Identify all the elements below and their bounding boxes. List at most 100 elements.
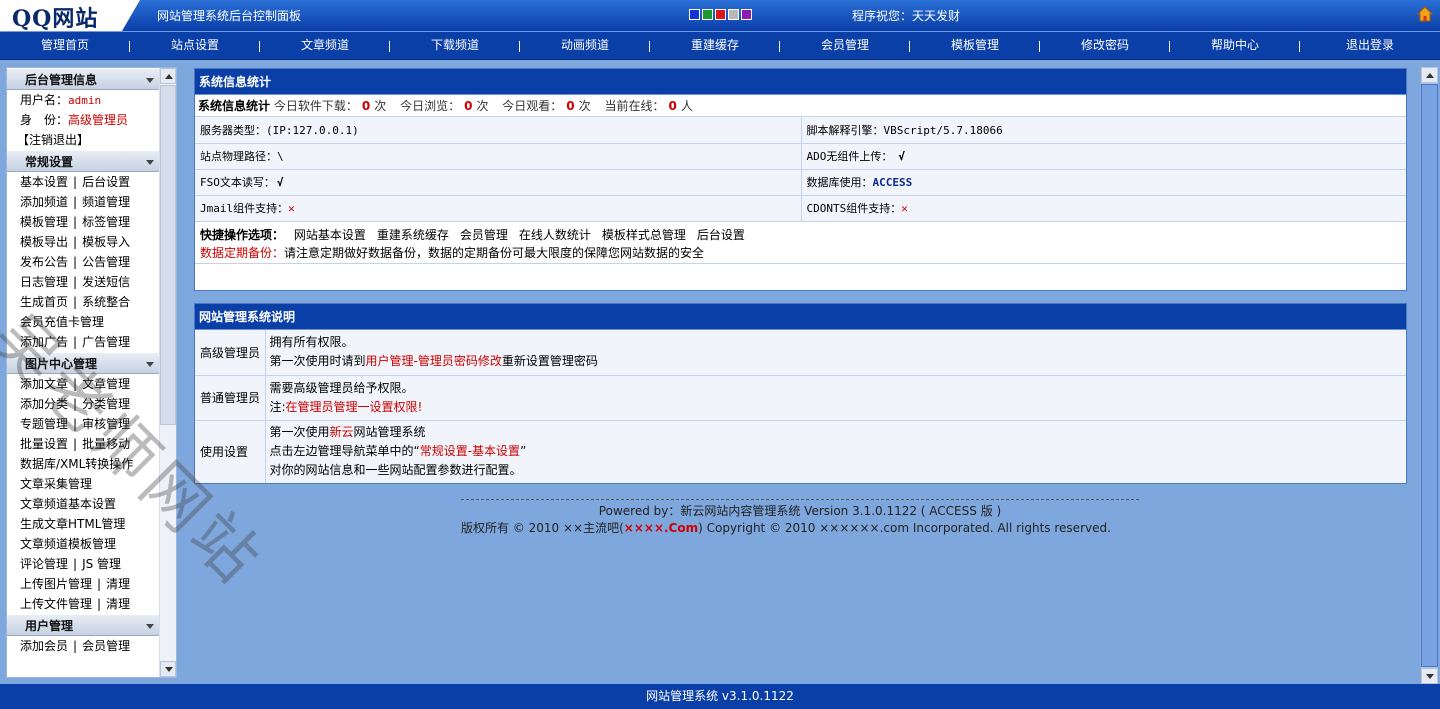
quick-link[interactable]: 会员管理: [460, 228, 508, 242]
sidebar-link[interactable]: 基本设置: [20, 175, 68, 189]
sidebar-link[interactable]: 添加文章: [20, 377, 68, 391]
sidebar-link[interactable]: 分类管理: [82, 397, 130, 411]
sidebar-link[interactable]: 模板管理: [20, 215, 68, 229]
nav-item[interactable]: 修改密码: [1040, 32, 1170, 60]
sidebar-link[interactable]: 公告管理: [82, 255, 130, 269]
color-theme-swatch[interactable]: [741, 9, 752, 20]
quick-link[interactable]: 重建系统缓存: [377, 228, 449, 242]
sidebar-link[interactable]: JS 管理: [82, 557, 121, 571]
cdonts-label: CDONTS组件支持：: [806, 202, 902, 215]
color-swatches: [689, 9, 752, 20]
desc-line: 点击左边管理导航菜单中的“常规设置-基本设置”: [270, 442, 1403, 461]
nav-item[interactable]: 帮助中心: [1170, 32, 1300, 60]
scrollbar-thumb[interactable]: [160, 85, 176, 425]
sidebar-link[interactable]: 添加会员: [20, 639, 68, 653]
sidebar-link[interactable]: 文章频道基本设置: [20, 497, 116, 511]
nav-item[interactable]: 文章频道: [260, 32, 390, 60]
quick-links-row: 快捷操作选项： 网站基本设置 重建系统缓存 会员管理 在线人数统计 模板样式总管理 后台设…: [200, 226, 1401, 244]
quick-link[interactable]: 在线人数统计: [519, 228, 591, 242]
role-description: 需要高级管理员给予权限。 注:在管理员管理一设置权限!: [265, 375, 1406, 421]
home-icon[interactable]: [1417, 6, 1433, 22]
general-menu: 基本设置 | 后台设置 添加频道 | 频道管理 模板管理 | 标签管理 模板导出 | 模板导入 发布公告…: [7, 172, 160, 352]
nav-item[interactable]: 退出登录: [1300, 32, 1440, 60]
sidebar-link[interactable]: 模板导入: [82, 235, 130, 249]
logout-link[interactable]: 【注销退出】: [17, 133, 89, 147]
sidebar-link[interactable]: 日志管理: [20, 275, 68, 289]
nav-item[interactable]: 会员管理: [780, 32, 910, 60]
quick-link[interactable]: 网站基本设置: [294, 228, 366, 242]
sidebar-link[interactable]: 频道管理: [82, 195, 130, 209]
stat-unit: 人: [680, 99, 693, 113]
cross-icon: ✕: [288, 202, 295, 215]
sidebar-link[interactable]: 生成文章HTML管理: [20, 517, 125, 531]
scroll-up-arrow-icon[interactable]: [160, 68, 176, 84]
sidebar-link[interactable]: 添加分类: [20, 397, 68, 411]
stat-label: 当前在线：: [604, 99, 665, 113]
sidebar-link[interactable]: 系统整合: [82, 295, 130, 309]
sidebar-link[interactable]: 专题管理: [20, 417, 68, 431]
nav-item[interactable]: 重建缓存: [650, 32, 780, 60]
nav-item[interactable]: 模板管理: [910, 32, 1040, 60]
sidebar-link[interactable]: 数据库/XML转换操作: [20, 457, 133, 471]
sidebar-row: 文章频道基本设置: [7, 494, 160, 514]
desc-text: 注:: [269, 399, 286, 414]
sidebar-link[interactable]: 清理: [106, 577, 130, 591]
password-change-link[interactable]: 用户管理-管理员密码修改: [366, 354, 502, 368]
sidebar-link[interactable]: 会员管理: [82, 639, 130, 653]
sidebar-section-general[interactable]: 常规设置: [7, 150, 160, 172]
scroll-down-arrow-icon[interactable]: [160, 661, 176, 677]
sidebar-link[interactable]: 清理: [106, 597, 130, 611]
color-theme-swatch[interactable]: [728, 9, 739, 20]
sidebar-link[interactable]: 文章采集管理: [20, 477, 92, 491]
sidebar-scrollbar[interactable]: [159, 68, 176, 677]
nav-item[interactable]: 下载频道: [390, 32, 520, 60]
role-value: 高级管理员: [68, 113, 129, 127]
stat-unit: 次: [476, 99, 489, 113]
sidebar-link[interactable]: 评论管理: [20, 557, 68, 571]
sidebar-link[interactable]: 批量设置: [20, 437, 68, 451]
sidebar-section-pictures[interactable]: 图片中心管理: [7, 352, 160, 374]
scroll-down-arrow-icon[interactable]: [1421, 668, 1438, 684]
desc-text: 第一次使用时请到: [269, 354, 366, 369]
footer-powered-by: Powered by：新云网站内容管理系统 Version 3.1.0.1122…: [598, 504, 1002, 518]
sidebar-link[interactable]: 会员充值卡管理: [20, 315, 104, 329]
stat-value: 0: [464, 99, 473, 113]
sidebar-section-admin-info[interactable]: 后台管理信息: [7, 68, 160, 90]
copyright-brand: ××××.Com: [623, 521, 699, 535]
sidebar-link[interactable]: 文章频道模板管理: [20, 537, 116, 551]
sidebar-link[interactable]: 上传图片管理: [20, 577, 92, 591]
sidebar-link[interactable]: 广告管理: [82, 335, 130, 349]
color-theme-swatch[interactable]: [715, 9, 726, 20]
sidebar-link[interactable]: 后台设置: [82, 175, 130, 189]
separator: |: [73, 335, 78, 349]
quick-link[interactable]: 模板样式总管理: [602, 228, 686, 242]
sidebar-link[interactable]: 生成首页: [20, 295, 68, 309]
sidebar-row: 评论管理 | JS 管理: [7, 554, 160, 574]
quick-link[interactable]: 后台设置: [697, 228, 745, 242]
sidebar-link[interactable]: 上传文件管理: [20, 597, 92, 611]
basic-settings-link[interactable]: 常规设置-基本设置: [420, 444, 520, 458]
sidebar-link[interactable]: 文章管理: [82, 377, 130, 391]
scrollbar-thumb[interactable]: [1421, 84, 1438, 667]
nav-item[interactable]: 管理首页: [0, 32, 130, 60]
backup-notice: 数据定期备份：请注意定期做好数据备份，数据的定期备份可最大限度的保障您网站数据的…: [200, 244, 1401, 262]
stats-items: 今日软件下载： 0 次 今日浏览： 0 次 今日观看： 0 次 当前在线： 0 人: [274, 99, 703, 113]
sidebar-link[interactable]: 添加频道: [20, 195, 68, 209]
nav-item[interactable]: 站点设置: [130, 32, 260, 60]
color-theme-swatch[interactable]: [702, 9, 713, 20]
sidebar-link[interactable]: 添加广告: [20, 335, 68, 349]
color-theme-swatch[interactable]: [689, 9, 700, 20]
script-engine: 脚本解释引擎：VBScript/5.7.18066: [801, 117, 1406, 144]
sidebar-link[interactable]: 标签管理: [82, 215, 130, 229]
nav-item[interactable]: 动画频道: [520, 32, 650, 60]
sidebar-link[interactable]: 发布公告: [20, 255, 68, 269]
sidebar-link[interactable]: 发送短信: [82, 275, 130, 289]
sidebar-link[interactable]: 模板导出: [20, 235, 68, 249]
sidebar-section-users[interactable]: 用户管理: [7, 614, 160, 636]
chevron-down-icon: [146, 624, 154, 629]
sidebar-link[interactable]: 审核管理: [82, 417, 130, 431]
sidebar-link[interactable]: 批量移动: [82, 437, 130, 451]
scroll-up-arrow-icon[interactable]: [1421, 67, 1438, 83]
permission-link[interactable]: 在管理员管理一设置权限!: [286, 400, 423, 414]
main-scrollbar[interactable]: [1420, 67, 1438, 684]
